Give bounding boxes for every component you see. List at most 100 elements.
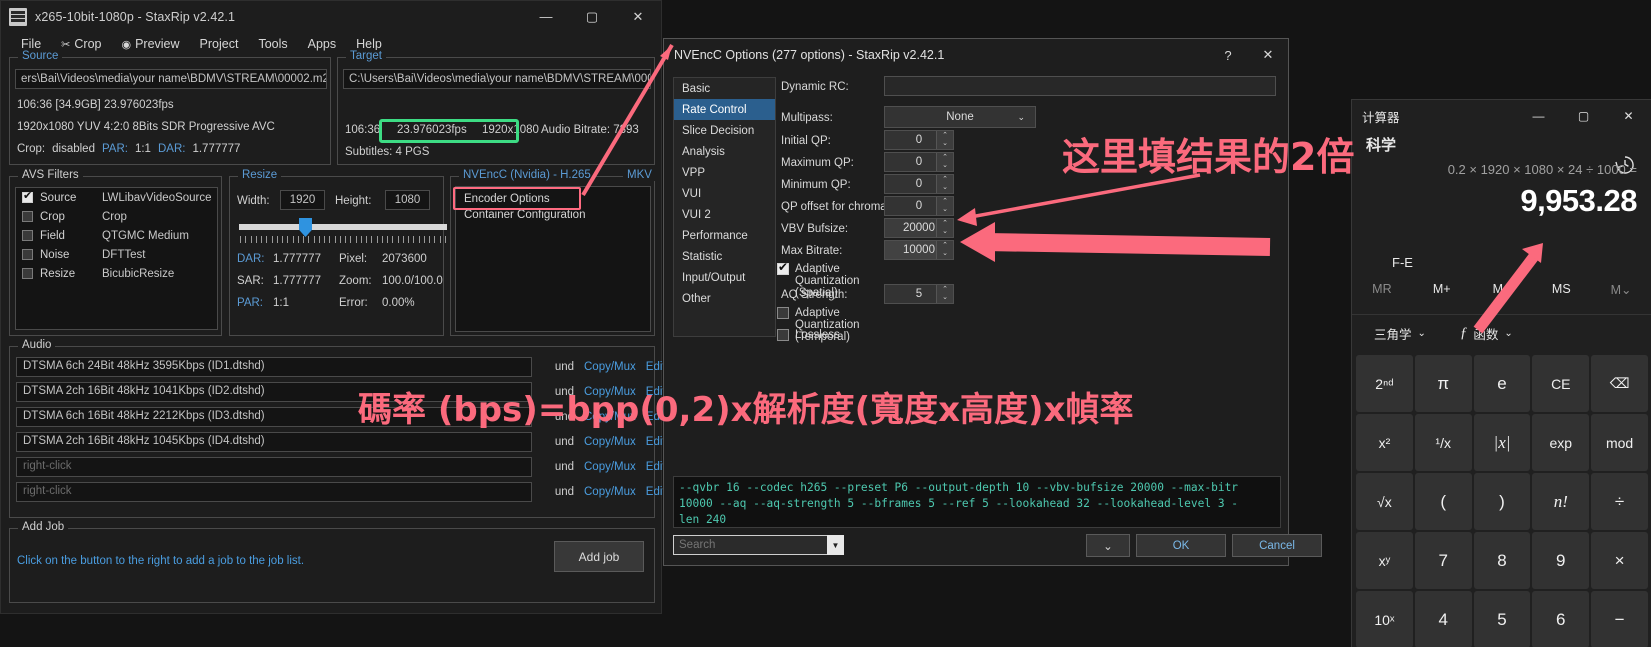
checkbox-source[interactable] bbox=[22, 192, 33, 203]
list-item[interactable]: Resize BicubicResize bbox=[16, 264, 217, 283]
table-row[interactable]: right-click und Copy/Mux Edit bbox=[16, 457, 666, 477]
qp-offset-chroma-input[interactable]: 0 ⌃⌄ bbox=[884, 196, 954, 216]
minimum-qp-input[interactable]: 0 ⌃⌄ bbox=[884, 174, 954, 194]
close-button[interactable]: ✕ bbox=[615, 1, 661, 32]
backspace-icon[interactable]: ⌫ bbox=[1591, 355, 1648, 412]
key-exp[interactable]: exp bbox=[1532, 414, 1589, 471]
audio-copy-mux-link[interactable]: Copy/Mux bbox=[584, 436, 636, 448]
key-second[interactable]: 2ⁿᵈ bbox=[1356, 355, 1413, 412]
spinner-maximum-qp[interactable]: ⌃⌄ bbox=[936, 153, 953, 171]
nvencc-category-list[interactable]: Basic Rate Control Slice Decision Analys… bbox=[673, 77, 776, 337]
key-e[interactable]: e bbox=[1474, 355, 1531, 412]
key-clear-entry[interactable]: CE bbox=[1532, 355, 1589, 412]
audio-copy-mux-link[interactable]: Copy/Mux bbox=[584, 486, 636, 498]
spinner-initial-qp[interactable]: ⌃⌄ bbox=[936, 131, 953, 149]
ok-button[interactable]: OK bbox=[1136, 534, 1226, 557]
menu-item-project[interactable]: Project bbox=[190, 35, 249, 53]
key-paren-close[interactable]: ) bbox=[1474, 473, 1531, 530]
key-5[interactable]: 5 bbox=[1474, 591, 1531, 647]
dropdown-button[interactable]: ⌄ bbox=[1086, 534, 1130, 557]
vbv-bufsize-input[interactable]: 20000 ⌃⌄ bbox=[884, 218, 954, 238]
minimize-button[interactable]: — bbox=[1516, 100, 1561, 132]
key-multiply[interactable]: × bbox=[1591, 532, 1648, 589]
key-8[interactable]: 8 bbox=[1474, 532, 1531, 589]
max-bitrate-input[interactable]: 10000 ⌃⌄ bbox=[884, 240, 954, 260]
add-job-button[interactable]: Add job bbox=[554, 541, 644, 572]
resize-slider-thumb[interactable] bbox=[299, 218, 312, 237]
maximize-button[interactable]: ▢ bbox=[569, 1, 615, 32]
memory-subtract-button[interactable]: M− bbox=[1472, 282, 1532, 297]
key-power[interactable]: xʸ bbox=[1356, 532, 1413, 589]
key-factorial[interactable]: n! bbox=[1532, 473, 1589, 530]
dynamic-rc-input[interactable] bbox=[884, 76, 1276, 96]
audio-copy-mux-link[interactable]: Copy/Mux bbox=[584, 461, 636, 473]
checkbox-aq-temporal[interactable] bbox=[777, 307, 789, 319]
key-4[interactable]: 4 bbox=[1415, 591, 1472, 647]
source-path-field[interactable]: ers\Bai\Videos\media\your name\BDMV\STRE… bbox=[15, 69, 327, 89]
key-paren-open[interactable]: ( bbox=[1415, 473, 1472, 530]
fe-button[interactable]: F-E bbox=[1392, 255, 1413, 270]
menu-item-preview[interactable]: ◉ Preview bbox=[111, 35, 189, 53]
trigonometry-dropdown[interactable]: 三角学 ⌄ bbox=[1374, 324, 1426, 343]
memory-list-button[interactable]: M⌄ bbox=[1591, 282, 1651, 297]
table-row[interactable]: DTSMA 6ch 24Bit 48kHz 3595Kbps (ID1.dtsh… bbox=[16, 357, 666, 377]
memory-store-button[interactable]: MS bbox=[1531, 282, 1591, 297]
multipass-combo[interactable]: None ⌄ bbox=[884, 106, 1036, 128]
menu-item-tools[interactable]: Tools bbox=[248, 35, 297, 53]
key-ten-power[interactable]: 10ˣ bbox=[1356, 591, 1413, 647]
spinner-max-bitrate[interactable]: ⌃⌄ bbox=[936, 241, 953, 259]
audio-track-field[interactable]: DTSMA 6ch 24Bit 48kHz 3595Kbps (ID1.dtsh… bbox=[16, 357, 532, 377]
maximize-button[interactable]: ▢ bbox=[1561, 100, 1606, 132]
key-sqrt[interactable]: √x bbox=[1356, 473, 1413, 530]
key-reciprocal[interactable]: ¹/x bbox=[1415, 414, 1472, 471]
key-divide[interactable]: ÷ bbox=[1591, 473, 1648, 530]
list-item[interactable]: Source LWLibavVideoSource bbox=[16, 188, 217, 207]
search-dropdown-arrow[interactable]: ▼ bbox=[827, 535, 844, 555]
spinner-minimum-qp[interactable]: ⌃⌄ bbox=[936, 175, 953, 193]
nav-item-rate-control[interactable]: Rate Control bbox=[674, 99, 775, 120]
nav-item-other[interactable]: Other bbox=[674, 288, 775, 309]
nav-item-vui[interactable]: VUI bbox=[674, 183, 775, 204]
close-button[interactable]: ✕ bbox=[1606, 100, 1651, 132]
table-row[interactable]: DTSMA 2ch 16Bit 48kHz 1045Kbps (ID4.dtsh… bbox=[16, 432, 666, 452]
minimize-button[interactable]: — bbox=[523, 1, 569, 32]
key-absolute[interactable]: |x| bbox=[1474, 414, 1531, 471]
checkbox-aq-spatial[interactable] bbox=[777, 263, 789, 275]
aq-strength-input[interactable]: 5 ⌃⌄ bbox=[884, 284, 954, 304]
cancel-button[interactable]: Cancel bbox=[1232, 534, 1322, 557]
audio-copy-mux-link[interactable]: Copy/Mux bbox=[584, 361, 636, 373]
checkbox-noise[interactable] bbox=[22, 249, 33, 260]
audio-track-field[interactable]: right-click bbox=[16, 457, 532, 477]
nav-item-basic[interactable]: Basic bbox=[674, 78, 775, 99]
maximum-qp-input[interactable]: 0 ⌃⌄ bbox=[884, 152, 954, 172]
nav-item-vui2[interactable]: VUI 2 bbox=[674, 204, 775, 225]
memory-add-button[interactable]: M+ bbox=[1412, 282, 1472, 297]
checkbox-resize[interactable] bbox=[22, 268, 33, 279]
key-square[interactable]: x² bbox=[1356, 414, 1413, 471]
checkbox-lossless[interactable] bbox=[777, 329, 789, 341]
avs-filters-list[interactable]: Source LWLibavVideoSource Crop Crop Fiel… bbox=[15, 187, 218, 330]
resize-slider-track[interactable] bbox=[239, 224, 447, 230]
nav-item-analysis[interactable]: Analysis bbox=[674, 141, 775, 162]
list-item[interactable]: Field QTGMC Medium bbox=[16, 226, 217, 245]
nav-item-statistic[interactable]: Statistic bbox=[674, 246, 775, 267]
menu-item-apps[interactable]: Apps bbox=[298, 35, 347, 53]
list-item[interactable]: Noise DFTTest bbox=[16, 245, 217, 264]
search-input[interactable] bbox=[673, 535, 843, 555]
width-input[interactable]: 1920 bbox=[280, 190, 325, 210]
table-row[interactable]: right-click und Copy/Mux Edit bbox=[16, 482, 666, 502]
spinner-aq-strength[interactable]: ⌃⌄ bbox=[936, 285, 953, 303]
list-item[interactable]: Crop Crop bbox=[16, 207, 217, 226]
key-7[interactable]: 7 bbox=[1415, 532, 1472, 589]
key-subtract[interactable]: − bbox=[1591, 591, 1648, 647]
function-dropdown[interactable]: ƒ 函数 ⌄ bbox=[1460, 324, 1513, 343]
height-input[interactable]: 1080 bbox=[385, 190, 430, 210]
memory-recall-button[interactable]: MR bbox=[1352, 282, 1412, 297]
key-pi[interactable]: π bbox=[1415, 355, 1472, 412]
target-path-field[interactable]: C:\Users\Bai\Videos\media\your name\BDMV… bbox=[343, 69, 651, 89]
nav-item-performance[interactable]: Performance bbox=[674, 225, 775, 246]
nav-item-slice-decision[interactable]: Slice Decision bbox=[674, 120, 775, 141]
checkbox-field[interactable] bbox=[22, 230, 33, 241]
nav-item-vpp[interactable]: VPP bbox=[674, 162, 775, 183]
key-6[interactable]: 6 bbox=[1532, 591, 1589, 647]
